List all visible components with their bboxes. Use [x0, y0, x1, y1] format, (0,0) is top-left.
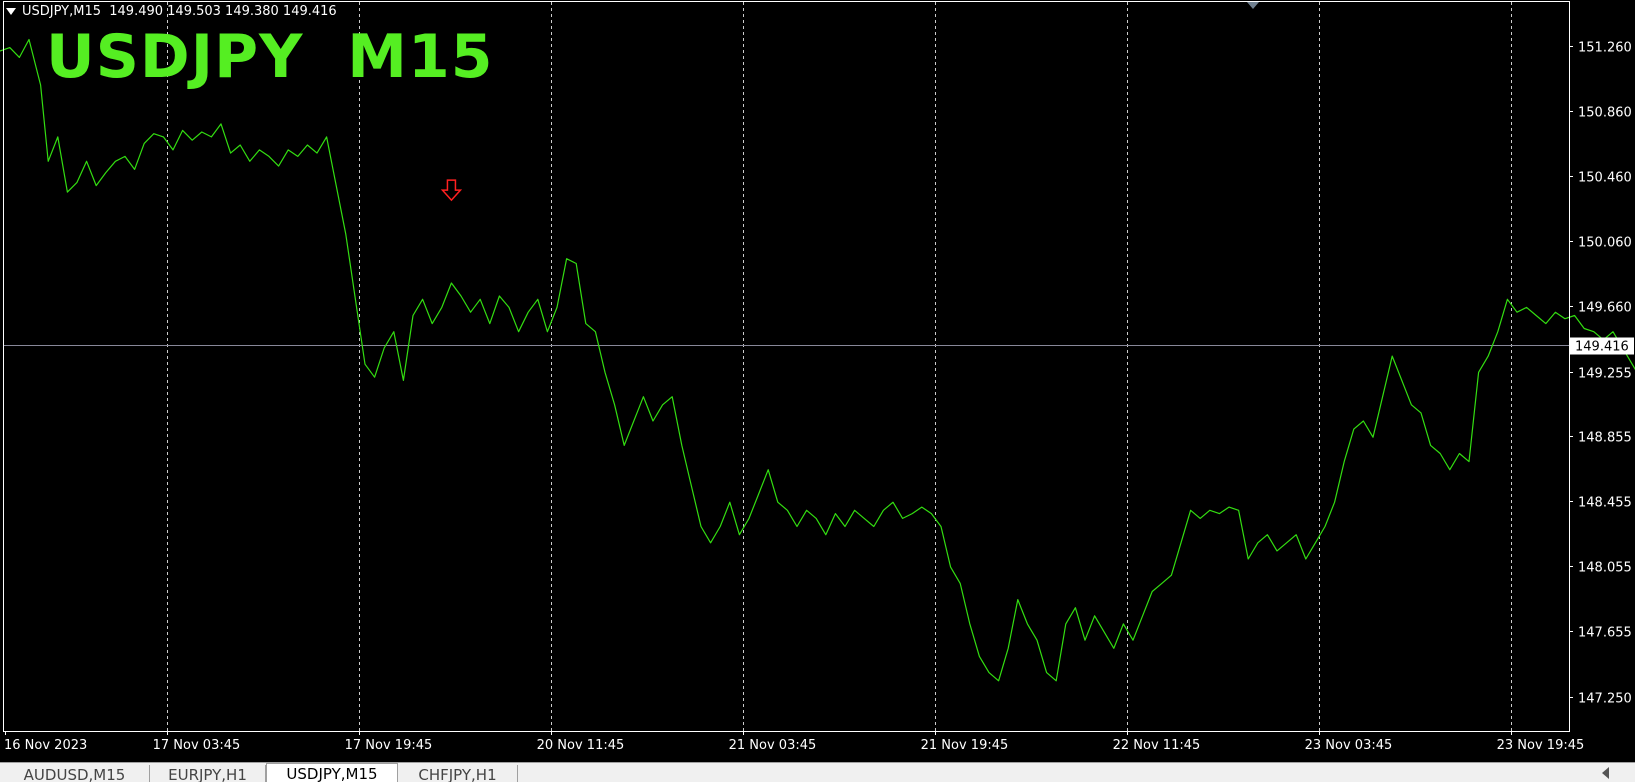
time-tick-label: 23 Nov 19:45: [1497, 738, 1585, 753]
price-tick-label: 147.250: [1578, 692, 1632, 707]
price-tick-label: 149.255: [1578, 367, 1632, 382]
price-tick-label: 148.055: [1578, 561, 1632, 576]
price-tick-label: 149.660: [1578, 301, 1632, 316]
time-tick-label: 17 Nov 03:45: [153, 738, 241, 753]
tab-chfjpy-h1[interactable]: CHFJPY,H1: [398, 765, 518, 782]
price-tick-label: 148.455: [1578, 496, 1632, 511]
tab-audusd-m15[interactable]: AUDUSD,M15: [0, 765, 150, 782]
time-tick-label: 21 Nov 19:45: [921, 738, 1009, 753]
tab-scroll-left-icon[interactable]: [1602, 767, 1609, 779]
price-tick-label: 150.860: [1578, 106, 1632, 121]
price-tick-label: 148.855: [1578, 431, 1632, 446]
tab-eurjpy-h1[interactable]: EURJPY,H1: [150, 765, 266, 782]
chart-background: [0, 0, 1635, 762]
symbol-info-text: USDJPY,M15 149.490 149.503 149.380 149.4…: [22, 4, 337, 19]
price-tick-label: 150.460: [1578, 171, 1632, 186]
dropdown-triangle-icon[interactable]: [6, 8, 16, 15]
price-tick-label: 151.260: [1578, 41, 1632, 56]
price-tick-label: 147.655: [1578, 626, 1632, 641]
time-tick-label: 17 Nov 19:45: [345, 738, 433, 753]
chart-window[interactable]: 151.260 150.860 150.460 150.060 149.660 149.2…: [0, 0, 1635, 782]
price-tick-label: 150.060: [1578, 236, 1632, 251]
chart-tab-bar: AUDUSD,M15 EURJPY,H1 USDJPY,M15 CHFJPY,H…: [0, 762, 1635, 782]
time-tick-label: 16 Nov 2023: [4, 738, 87, 753]
time-tick-label: 22 Nov 11:45: [1113, 738, 1201, 753]
time-tick-label: 23 Nov 03:45: [1305, 738, 1393, 753]
chart-title-overlay: USDJPY M15: [46, 22, 494, 92]
time-tick-label: 21 Nov 03:45: [729, 738, 817, 753]
price-chart[interactable]: 151.260 150.860 150.460 150.060 149.660 149.2…: [0, 0, 1635, 762]
current-price-label: 149.416: [1575, 340, 1629, 355]
time-tick-label: 20 Nov 11:45: [537, 738, 625, 753]
symbol-info-line[interactable]: USDJPY,M15 149.490 149.503 149.380 149.4…: [6, 4, 337, 19]
tab-usdjpy-m15[interactable]: USDJPY,M15: [266, 763, 398, 782]
